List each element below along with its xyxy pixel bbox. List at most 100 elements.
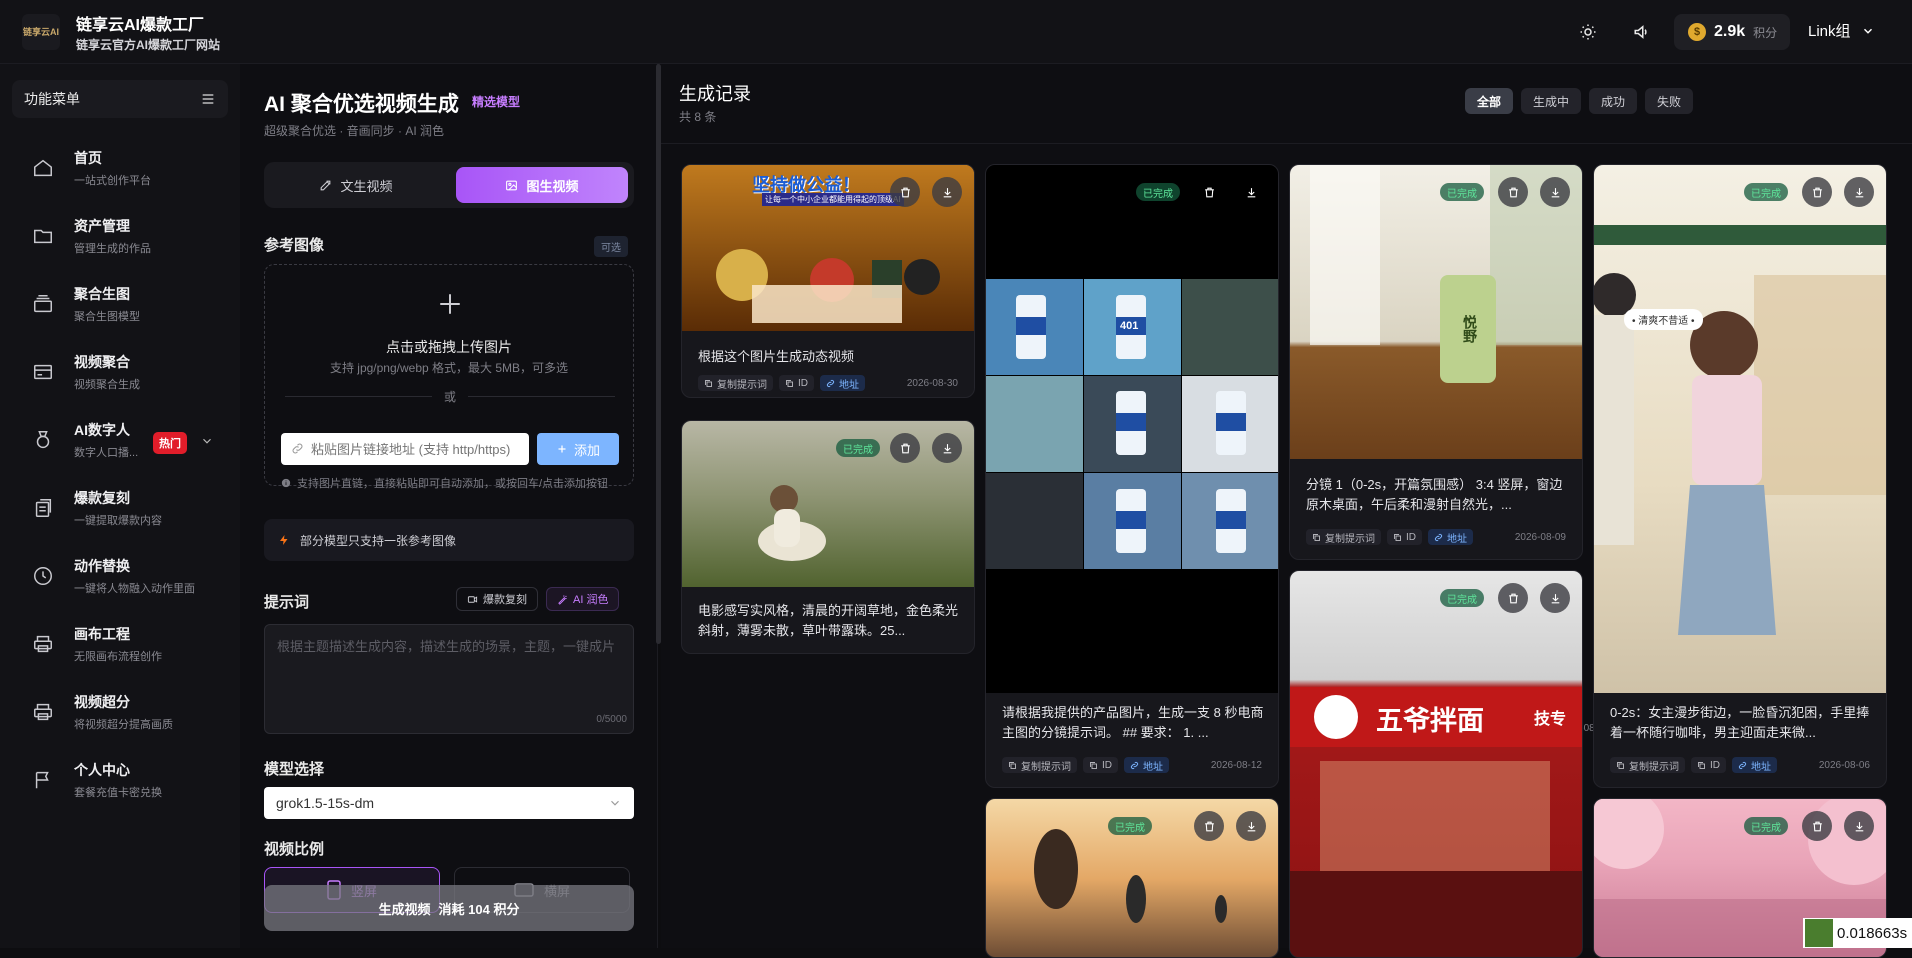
download-button[interactable] [932,433,962,463]
record-card[interactable]: 已完成 [985,798,1279,958]
add-url-button[interactable]: 添加 [537,433,619,465]
page-subtitle: 超级聚合优选 · 音画同步 · AI 润色 [264,124,445,138]
filter-generating[interactable]: 生成中 [1521,88,1582,114]
sidebar-item-profile[interactable]: 个人中心 套餐充值卡密兑换 [0,752,240,808]
download-button[interactable] [1236,811,1266,841]
replicate-button[interactable]: 爆款复刻 [456,587,538,611]
filter-all[interactable]: 全部 [1465,88,1514,114]
copy-prompt-chip[interactable]: 复制提示词 [1002,757,1077,773]
sidebar-item-home[interactable]: 首页 一站式创作平台 [0,140,240,196]
video-thumbnail[interactable]: 五爷拌面 技专 [1290,571,1582,957]
delete-button[interactable] [1498,177,1528,207]
chip-label: 复制提示词 [717,379,767,391]
chevron-down-icon [608,796,622,810]
delete-button[interactable] [890,433,920,463]
sidebar-item-video-upscale[interactable]: 视频超分 将视频超分提高画质 [0,684,240,740]
sidebar-item-canvas[interactable]: 画布工程 无限画布流程创作 [0,616,240,672]
download-button[interactable] [932,177,962,207]
chip-label: ID [1406,531,1416,543]
sidebar-item-image-aggregate[interactable]: 聚合生图 聚合生图模型 [0,276,240,332]
can-label: 悦野 [1462,315,1478,343]
download-button[interactable] [1236,177,1266,207]
video-thumbnail[interactable]: 401 [986,165,1278,693]
copy-prompt-chip[interactable]: 复制提示词 [1610,757,1685,773]
sidebar-item-replicate[interactable]: 爆款复刻 一键提取爆款内容 [0,480,240,536]
download-button[interactable] [1844,177,1874,207]
download-icon [1853,186,1866,199]
trash-icon [1507,186,1520,199]
chevron-down-icon[interactable] [200,434,214,448]
download-button[interactable] [1540,177,1570,207]
ratio-label: 视频比例 [264,841,325,858]
filter-success[interactable]: 成功 [1589,88,1638,114]
delete-button[interactable] [1194,177,1224,207]
video-thumbnail[interactable]: • 清爽不昔适 • [1594,165,1886,693]
delete-button[interactable] [1194,811,1224,841]
or-text: 或 [444,389,457,404]
brand-logo[interactable]: 链享云AI [22,14,60,50]
record-card[interactable]: 已完成 电影感写实风格，清晨的开阔草地，金色柔光斜射，薄雾未散，草叶带露珠。25… [681,420,975,654]
sidebar-item-desc: 视频聚合生成 [74,379,140,391]
delete-button[interactable] [890,177,920,207]
id-chip[interactable]: ID [779,375,814,391]
record-card[interactable]: 坚持做公益！ 让每一个中小企业都能用得起的顶级AI 根据这个图片生成动态视频 复… [681,164,975,398]
link-chip[interactable]: 地址 [1124,757,1169,773]
copy-prompt-chip[interactable]: 复制提示词 [1306,529,1381,545]
link-chip[interactable]: 地址 [820,375,865,391]
status-badge: 已完成 [1744,817,1788,835]
announcement-megaphone-icon[interactable] [1628,18,1656,46]
points-balance[interactable]: $ 2.9k 积分 [1674,14,1790,50]
brand-name: 链享云AI爆款工厂 [76,17,205,34]
download-button[interactable] [1844,811,1874,841]
link-chip[interactable]: 地址 [1428,529,1473,545]
download-button[interactable] [1540,583,1570,613]
link-icon [1738,761,1747,770]
info-icon [281,478,291,488]
user-menu[interactable]: Link组 [1808,20,1875,41]
sidebar-item-digital-human[interactable]: AI数字人 数字人口播... 热门 [0,412,240,468]
record-card[interactable]: 401 已完成 请根据我提供的产品图片，生成一支 8 秒电商主图的分镜提示词。 … [985,164,1279,788]
medal-icon [30,427,56,453]
menu-header[interactable]: 功能菜单 [12,80,228,118]
copy-prompt-chip[interactable]: 复制提示词 [698,375,773,391]
prompt-textarea[interactable]: 根据主题描述生成内容，描述生成的场景，主题，一键成片 0/5000 [264,624,634,734]
generate-video-button[interactable]: 生成视频 消耗 104 积分 [264,885,634,931]
speech-bubble: • 清爽不昔适 • [1624,309,1703,330]
card-description: 0-2s：女主漫步街边，一脸昏沉犯困，手里捧着一杯随行咖啡，男主迎面走来微... [1610,705,1870,740]
id-chip[interactable]: ID [1387,529,1422,545]
link-icon [1130,761,1139,770]
record-card[interactable]: 悦野 已完成 分镜 1（0-2s，开篇氛围感） 3:4 竖屏，窗边原木桌面，午后… [1289,164,1583,560]
delete-button[interactable] [1802,811,1832,841]
image-url-input[interactable] [281,433,529,465]
sidebar-item-assets[interactable]: 资产管理 管理生成的作品 [0,208,240,264]
featured-model-tag: 精选模型 [472,95,521,109]
card-description: 分镜 1（0-2s，开篇氛围感） 3:4 竖屏，窗边原木桌面，午后柔和漫射自然光… [1306,477,1563,512]
video-thumbnail[interactable] [682,421,974,587]
tab-text-to-video[interactable]: 文生视频 [270,167,442,203]
record-card[interactable]: 五爷拌面 技专 已完成 [1289,570,1583,958]
image-upload-dropzone[interactable]: 点击或拖拽上传图片 支持 jpg/png/webp 格式，最大 5MB，可多选 … [264,264,634,490]
menu-toggle-icon[interactable] [200,91,216,107]
optional-badge: 可选 [594,236,628,257]
filter-failed[interactable]: 失败 [1645,88,1694,114]
delete-button[interactable] [1802,177,1832,207]
delete-button[interactable] [1498,583,1528,613]
video-thumbnail[interactable]: 坚持做公益！ 让每一个中小企业都能用得起的顶级AI [682,165,974,331]
id-chip[interactable]: ID [1691,757,1726,773]
sidebar-item-motion-replace[interactable]: 动作替换 一键将人物融入动作里面 [0,548,240,604]
add-label: 添加 [573,442,600,458]
sidebar-item-desc: 聚合生图模型 [74,311,140,323]
points-value: 2.9k [1714,23,1746,40]
sidebar-item-label: 画布工程 [74,626,130,642]
download-icon [1245,820,1258,833]
record-card[interactable]: • 清爽不昔适 • 已完成 0-2s：女主漫步街边，一脸昏沉犯困，手里捧着一杯随… [1593,164,1887,788]
ai-polish-button[interactable]: AI 润色 [546,587,620,611]
sidebar-item-desc: 一站式创作平台 [74,175,151,187]
model-select[interactable]: grok1.5-15s-dm [264,787,634,819]
video-thumbnail[interactable]: 悦野 [1290,165,1582,459]
sidebar-item-video-aggregate[interactable]: 视频聚合 视频聚合生成 [0,344,240,400]
tab-image-to-video[interactable]: 图生视频 [456,167,628,203]
link-chip[interactable]: 地址 [1732,757,1777,773]
theme-toggle-sun-icon[interactable] [1574,18,1602,46]
id-chip[interactable]: ID [1083,757,1118,773]
